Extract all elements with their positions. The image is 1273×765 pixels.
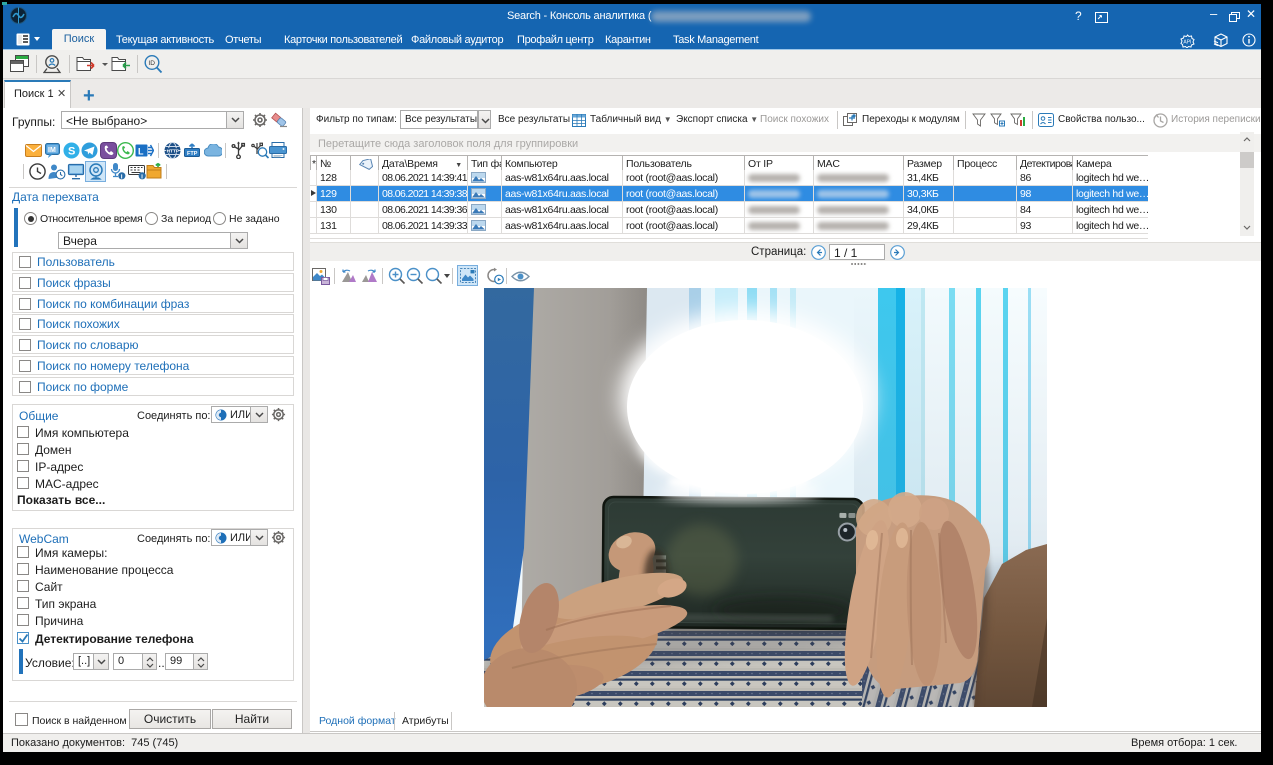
svg-text:HTTP: HTTP: [167, 148, 180, 154]
svg-text:i: i: [141, 173, 143, 180]
svg-text:L: L: [138, 147, 144, 157]
svg-text:i: i: [121, 173, 123, 180]
svg-text:IM: IM: [48, 147, 56, 154]
svg-text:S: S: [68, 146, 75, 158]
svg-text:API: API: [1183, 40, 1191, 46]
svg-text:FTP: FTP: [187, 151, 198, 157]
svg-text:ID: ID: [148, 60, 155, 67]
